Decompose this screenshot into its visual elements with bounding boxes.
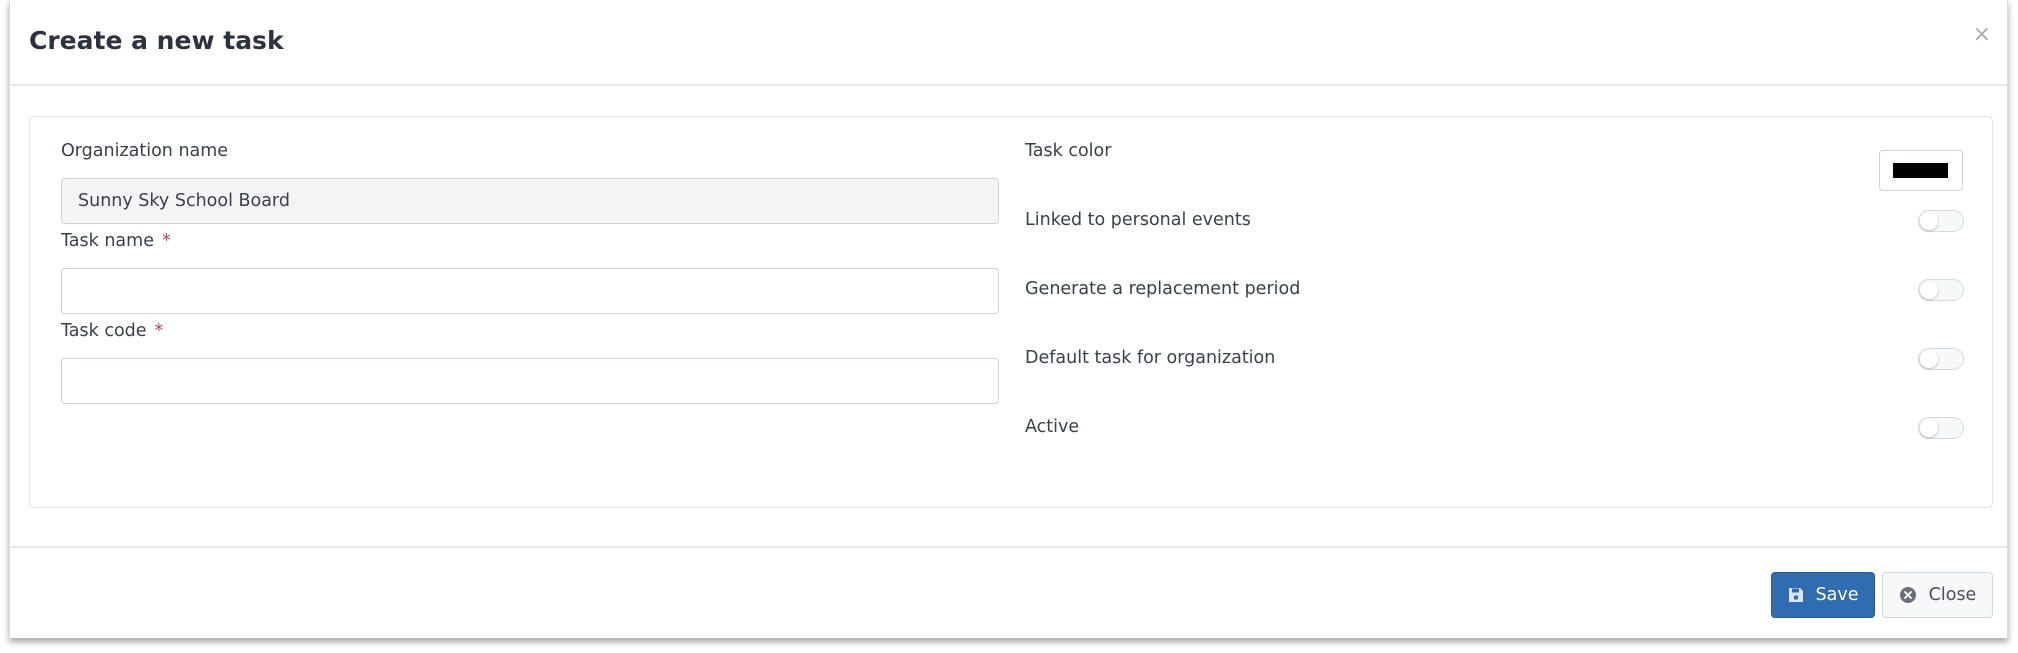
task-code-input[interactable] xyxy=(61,358,999,404)
default-task-label: Default task for organization xyxy=(1025,348,1276,368)
circle-x-icon xyxy=(1899,586,1917,604)
close-icon[interactable]: × xyxy=(1973,24,1991,46)
active-label: Active xyxy=(1025,417,1080,437)
organization-name-label: Organization name xyxy=(61,141,228,161)
organization-name-input[interactable] xyxy=(61,178,999,224)
default-task-toggle[interactable] xyxy=(1918,348,1964,370)
linked-personal-events-toggle[interactable] xyxy=(1918,210,1964,232)
task-color-swatch-fill xyxy=(1893,163,1948,178)
save-button[interactable]: Save xyxy=(1771,572,1875,618)
task-form-card: Organization name Task name* Task code* … xyxy=(29,116,1993,508)
save-button-label: Save xyxy=(1815,585,1859,605)
task-name-input[interactable] xyxy=(61,268,999,314)
task-name-label-text: Task name xyxy=(61,231,154,251)
close-button[interactable]: Close xyxy=(1882,572,1993,618)
required-marker: * xyxy=(154,321,164,341)
task-name-label: Task name * xyxy=(61,231,171,251)
organization-name-label-text: Organization name xyxy=(61,141,229,161)
floppy-disk-icon xyxy=(1788,587,1804,603)
create-task-modal: Create a new task × Organization name Ta… xyxy=(9,0,2008,638)
task-code-label-text: Task code xyxy=(61,321,147,341)
close-button-label: Close xyxy=(1928,585,1977,605)
task-color-picker[interactable] xyxy=(1879,150,1963,191)
modal-header: Create a new task × xyxy=(10,0,2007,86)
task-color-label: Task color xyxy=(1025,141,1112,161)
toggle-knob xyxy=(1920,350,1938,368)
task-code-label: Task code * xyxy=(61,321,163,341)
toggle-knob xyxy=(1920,281,1938,299)
linked-personal-events-label: Linked to personal events xyxy=(1025,210,1251,230)
generate-replacement-period-toggle[interactable] xyxy=(1918,279,1964,301)
modal-title: Create a new task xyxy=(29,26,284,55)
toggle-knob xyxy=(1920,212,1938,230)
generate-replacement-period-label: Generate a replacement period xyxy=(1025,279,1301,299)
required-marker: * xyxy=(161,231,171,251)
toggle-knob xyxy=(1920,419,1938,437)
active-toggle[interactable] xyxy=(1918,417,1964,439)
modal-footer: Save Close xyxy=(10,546,2007,640)
